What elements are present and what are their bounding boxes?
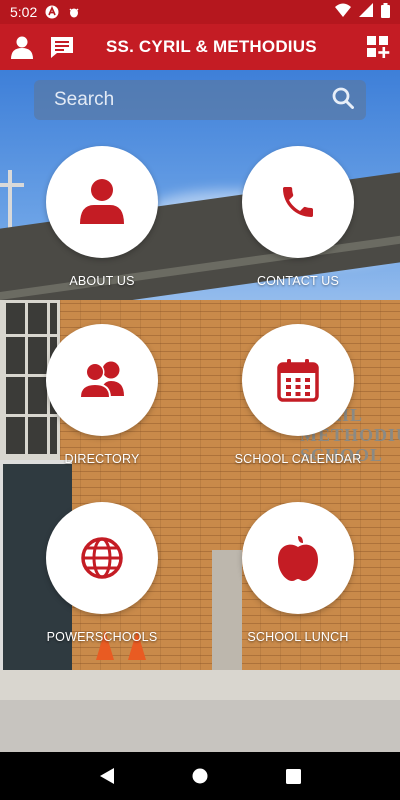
add-widget-button[interactable]: [364, 33, 392, 61]
recents-button[interactable]: [273, 756, 313, 796]
signal-icon: [359, 3, 373, 21]
tile-label: SCHOOL LUNCH: [247, 630, 349, 644]
tile-circle[interactable]: [242, 502, 354, 614]
app-title: SS. CYRIL & METHODIUS: [106, 37, 317, 56]
home-button[interactable]: [180, 756, 220, 796]
tile-circle[interactable]: [46, 324, 158, 436]
tile-label: DIRECTORY: [64, 452, 140, 466]
apple-icon: [278, 536, 318, 581]
app-notification-icon: [45, 5, 59, 19]
tile-label: CONTACT US: [256, 274, 340, 288]
tile-label: SCHOOL CALENDAR: [234, 452, 362, 466]
home-icon: [192, 768, 208, 784]
recents-icon: [285, 768, 301, 784]
tile-school-calendar[interactable]: SCHOOL CALENDAR: [235, 324, 361, 466]
status-bar: 5:02: [0, 0, 400, 24]
tile-powerschools[interactable]: POWERSCHOOLS: [46, 502, 158, 644]
phone-icon: [283, 187, 313, 217]
search-icon[interactable]: [332, 87, 354, 113]
tile-about-us[interactable]: ABOUT US: [46, 146, 158, 288]
system-nav-bar: [0, 752, 400, 800]
messages-button[interactable]: [48, 33, 76, 61]
person-icon: [80, 179, 124, 224]
person-icon: [11, 36, 33, 59]
tile-circle[interactable]: [242, 324, 354, 436]
profile-button[interactable]: [8, 33, 36, 61]
road: [0, 700, 400, 752]
add-widget-icon: [367, 36, 390, 58]
tile-circle[interactable]: [242, 146, 354, 258]
battery-icon: [381, 2, 390, 22]
tile-school-lunch[interactable]: SCHOOL LUNCH: [242, 502, 354, 644]
tile-label: POWERSCHOOLS: [46, 630, 158, 644]
tile-circle[interactable]: [46, 146, 158, 258]
chat-icon: [51, 37, 73, 58]
app-bar: SS. CYRIL & METHODIUS: [0, 24, 400, 70]
tile-label: ABOUT US: [69, 274, 135, 288]
wifi-icon: [335, 3, 351, 21]
back-icon: [99, 768, 114, 784]
search-bar[interactable]: [34, 80, 366, 120]
tile-circle[interactable]: [46, 502, 158, 614]
back-button[interactable]: [87, 756, 127, 796]
group-icon: [79, 361, 124, 398]
calendar-icon: [277, 359, 319, 402]
bug-notification-icon: [67, 5, 81, 19]
status-time: 5:02: [10, 4, 38, 20]
search-input[interactable]: [54, 89, 332, 111]
tile-directory[interactable]: DIRECTORY: [46, 324, 158, 466]
globe-icon: [81, 537, 123, 579]
tile-contact-us[interactable]: CONTACT US: [242, 146, 354, 288]
